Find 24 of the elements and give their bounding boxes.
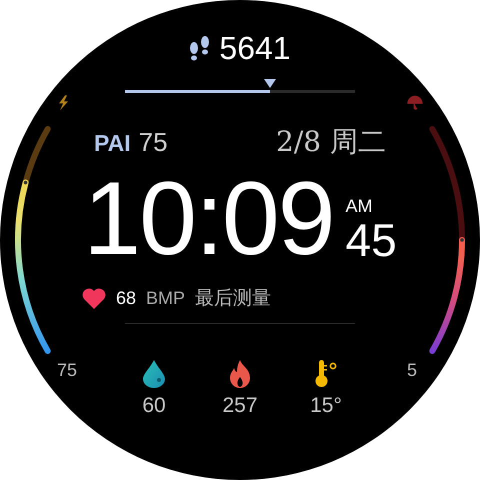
date-text: 2/8 周二 bbox=[276, 124, 386, 160]
heart-rate-unit: BMP bbox=[146, 288, 186, 308]
gauge-reading: 5 bbox=[406, 360, 417, 381]
footprints-icon bbox=[189, 35, 212, 61]
heart-icon bbox=[82, 288, 106, 308]
water-drop-icon bbox=[143, 360, 165, 388]
pai-value: 75 bbox=[138, 127, 168, 158]
thermometer-icon bbox=[313, 360, 339, 388]
time-text: 10:09 bbox=[83, 167, 334, 271]
pai-label: PAI bbox=[94, 130, 131, 157]
gauge-track bbox=[22, 126, 51, 186]
lightning-icon bbox=[59, 95, 68, 110]
marker-icon bbox=[264, 79, 276, 88]
umbrella-icon bbox=[407, 96, 423, 110]
stat-value: 60 bbox=[142, 394, 166, 418]
seconds-text: 45 bbox=[346, 217, 397, 263]
flame-icon bbox=[228, 360, 252, 388]
stat-value: 15° bbox=[310, 394, 342, 418]
heart-rate-note: 最后测量 bbox=[195, 286, 272, 311]
heart-rate-value: 68 bbox=[116, 288, 136, 308]
stat-value: 257 bbox=[222, 394, 258, 418]
gauge-reading: 75 bbox=[57, 360, 78, 381]
am-pm-label: AM bbox=[346, 196, 373, 217]
step-count: 5641 bbox=[219, 32, 291, 64]
